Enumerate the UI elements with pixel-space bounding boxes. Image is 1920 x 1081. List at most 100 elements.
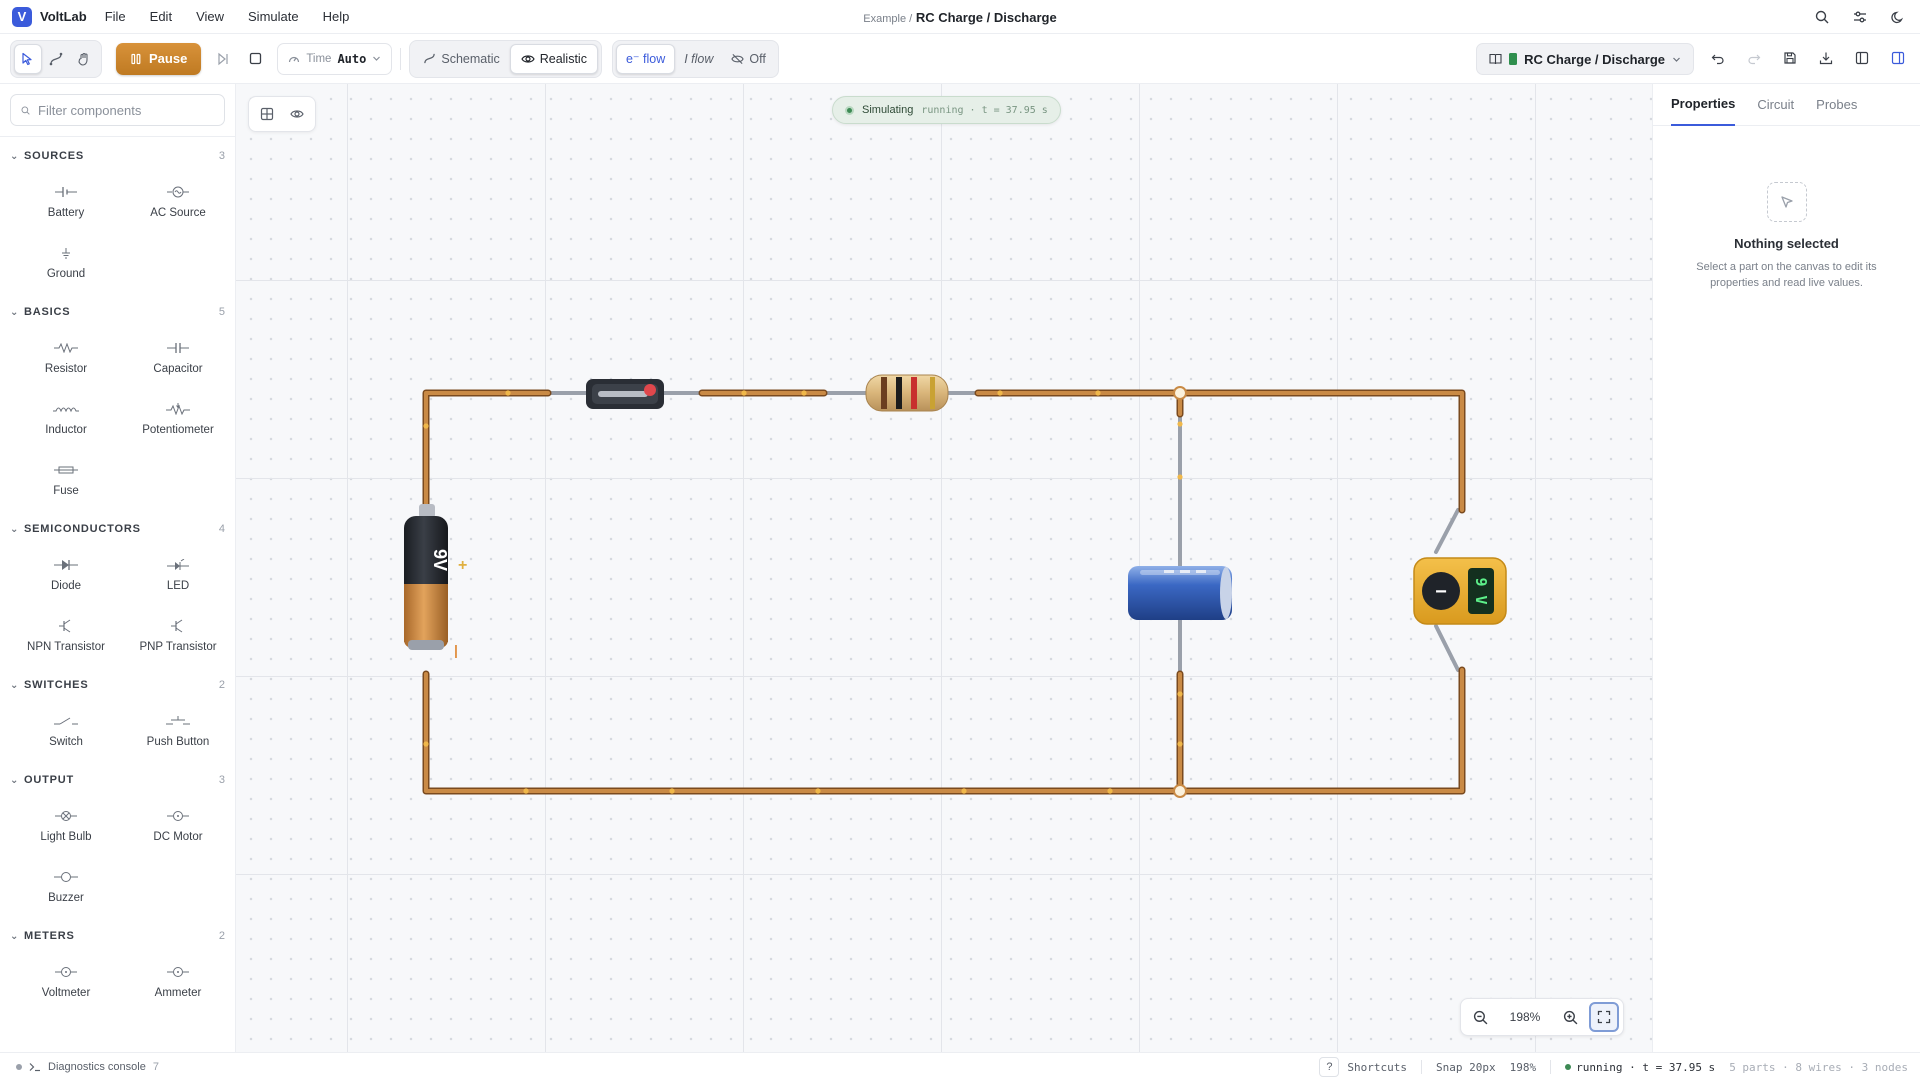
component-buzzer[interactable]: Buzzer — [10, 856, 122, 917]
settings-sliders-icon[interactable] — [1850, 7, 1870, 27]
component-dc-motor[interactable]: DC Motor — [122, 795, 234, 856]
app-name: VoltLab — [40, 9, 87, 24]
section-switches: ⌄ SWITCHES 2 Switch Push Button — [0, 670, 235, 761]
current-flow-toggle: e⁻ flow I flow Off — [611, 39, 779, 78]
voltmeter-part[interactable]: − 9 V — [1413, 557, 1507, 625]
component-resistor[interactable]: Resistor — [10, 327, 122, 388]
time-mode-select[interactable]: Time Auto — [277, 42, 393, 75]
section-header-switches[interactable]: ⌄ SWITCHES 2 — [10, 670, 225, 700]
component-light-bulb[interactable]: Light Bulb — [10, 795, 122, 856]
wire-tool-button[interactable] — [42, 44, 70, 74]
undo-button[interactable] — [1708, 48, 1728, 68]
realistic-mode-button[interactable]: Realistic — [509, 43, 598, 74]
section-meters: ⌄ METERS 2 Voltmeter Ammeter — [0, 921, 235, 1012]
component-voltmeter[interactable]: Voltmeter — [10, 951, 122, 1012]
component-led[interactable]: LED — [122, 544, 234, 605]
empty-state: Nothing selected Select a part on the ca… — [1653, 182, 1920, 291]
project-select[interactable]: RC Charge / Discharge — [1476, 43, 1694, 75]
component-npn-transistor[interactable]: NPN Transistor — [10, 605, 122, 666]
eye-off-icon — [731, 53, 745, 64]
zoom-in-button[interactable] — [1555, 1002, 1585, 1032]
terminal-icon — [29, 1062, 40, 1071]
section-semiconductors: ⌄ SEMICONDUCTORS 4 Diode LED NPN Transisto… — [0, 514, 235, 666]
grid-toggle-button[interactable] — [253, 100, 281, 128]
dark-mode-moon-icon[interactable] — [1888, 7, 1908, 27]
tab-properties[interactable]: Properties — [1671, 84, 1736, 126]
save-icon — [1784, 52, 1796, 64]
current-flow-button[interactable]: I flow — [675, 44, 722, 74]
component-battery[interactable]: Battery — [10, 171, 122, 232]
shortcuts-button[interactable]: ? Shortcuts — [1319, 1057, 1407, 1077]
toggle-right-panel-button[interactable] — [1888, 48, 1908, 68]
zoom-out-icon — [1473, 1010, 1487, 1024]
toggle-left-panel-button[interactable] — [1852, 48, 1872, 68]
component-label: Battery — [47, 206, 85, 219]
section-header-output[interactable]: ⌄ OUTPUT 3 — [10, 765, 225, 795]
step-forward-button[interactable] — [209, 43, 237, 75]
component-ground[interactable]: Ground — [10, 232, 122, 293]
section-header-semiconductors[interactable]: ⌄ SEMICONDUCTORS 4 — [10, 514, 225, 544]
zoom-out-button[interactable] — [1465, 1002, 1495, 1032]
component-label: Potentiometer — [142, 423, 214, 436]
pan-tool-button[interactable] — [70, 44, 98, 74]
switch-part[interactable] — [586, 379, 664, 409]
schematic-mode-button[interactable]: Schematic — [413, 44, 509, 74]
voltmeter-symbol-icon — [55, 965, 77, 979]
download-button[interactable] — [1816, 48, 1836, 68]
menu-file[interactable]: File — [105, 9, 126, 24]
section-header-meters[interactable]: ⌄ METERS 2 — [10, 921, 225, 951]
component-label: Capacitor — [153, 362, 203, 375]
component-capacitor[interactable]: Capacitor — [122, 327, 234, 388]
diagnostics-console-toggle[interactable]: Diagnostics console 7 — [16, 1061, 159, 1073]
battery-symbol-icon — [55, 185, 77, 199]
component-leads — [546, 391, 1460, 676]
fit-to-screen-button[interactable] — [1589, 1002, 1619, 1032]
search-icon[interactable] — [1812, 7, 1832, 27]
component-inductor[interactable]: Inductor — [10, 388, 122, 449]
component-potentiometer[interactable]: Potentiometer — [122, 388, 234, 449]
resistor-symbol-icon — [54, 341, 78, 355]
menu-view[interactable]: View — [196, 9, 224, 24]
book-icon — [1489, 53, 1502, 65]
resistor-part[interactable] — [865, 374, 949, 412]
realistic-label: Realistic — [539, 51, 587, 66]
battery-voltage-label: 9V — [430, 549, 450, 571]
component-ammeter[interactable]: Ammeter — [122, 951, 234, 1012]
circuit-canvas[interactable]: 9V + | − 9 V Simulating running · t = 37… — [236, 84, 1652, 1052]
electron-flow-button[interactable]: e⁻ flow — [615, 43, 676, 74]
battery-part[interactable]: 9V + | — [404, 504, 467, 658]
section-header-basics[interactable]: ⌄ BASICS 5 — [10, 297, 225, 327]
section-title: SWITCHES — [24, 679, 89, 691]
component-pnp-transistor[interactable]: PNP Transistor — [122, 605, 234, 666]
component-diode[interactable]: Diode — [10, 544, 122, 605]
component-label: NPN Transistor — [27, 640, 105, 653]
menu-bar: V VoltLab File Edit View Simulate Help E… — [0, 0, 1920, 34]
section-count: 3 — [218, 150, 225, 162]
select-tool-button[interactable] — [14, 43, 42, 74]
component-label: Voltmeter — [41, 986, 91, 999]
section-header-sources[interactable]: ⌄ SOURCES 3 — [10, 141, 225, 171]
section-title: BASICS — [24, 306, 71, 318]
section-title: METERS — [24, 930, 75, 942]
component-ac-source[interactable]: AC Source — [122, 171, 234, 232]
menu-edit[interactable]: Edit — [150, 9, 172, 24]
component-push-button[interactable]: Push Button — [122, 700, 234, 761]
tab-probes[interactable]: Probes — [1816, 84, 1857, 126]
visibility-toggle-button[interactable] — [283, 100, 311, 128]
menu-simulate[interactable]: Simulate — [248, 9, 299, 24]
panel-right-icon — [1891, 51, 1905, 65]
save-button[interactable] — [1780, 48, 1800, 68]
component-fuse[interactable]: Fuse — [10, 449, 122, 510]
tab-circuit[interactable]: Circuit — [1757, 84, 1794, 126]
filter-components-input[interactable] — [38, 102, 214, 118]
pause-button[interactable]: Pause — [116, 42, 202, 75]
capacitor-part[interactable] — [1128, 566, 1232, 620]
component-switch[interactable]: Switch — [10, 700, 122, 761]
run-state: running · t = 37.95 s — [1565, 1061, 1715, 1074]
chevron-down-icon — [1673, 57, 1680, 62]
stop-button[interactable] — [241, 43, 269, 75]
redo-button[interactable] — [1744, 48, 1764, 68]
component-label: Inductor — [45, 423, 87, 436]
flow-off-button[interactable]: Off — [722, 44, 774, 74]
menu-help[interactable]: Help — [323, 9, 350, 24]
